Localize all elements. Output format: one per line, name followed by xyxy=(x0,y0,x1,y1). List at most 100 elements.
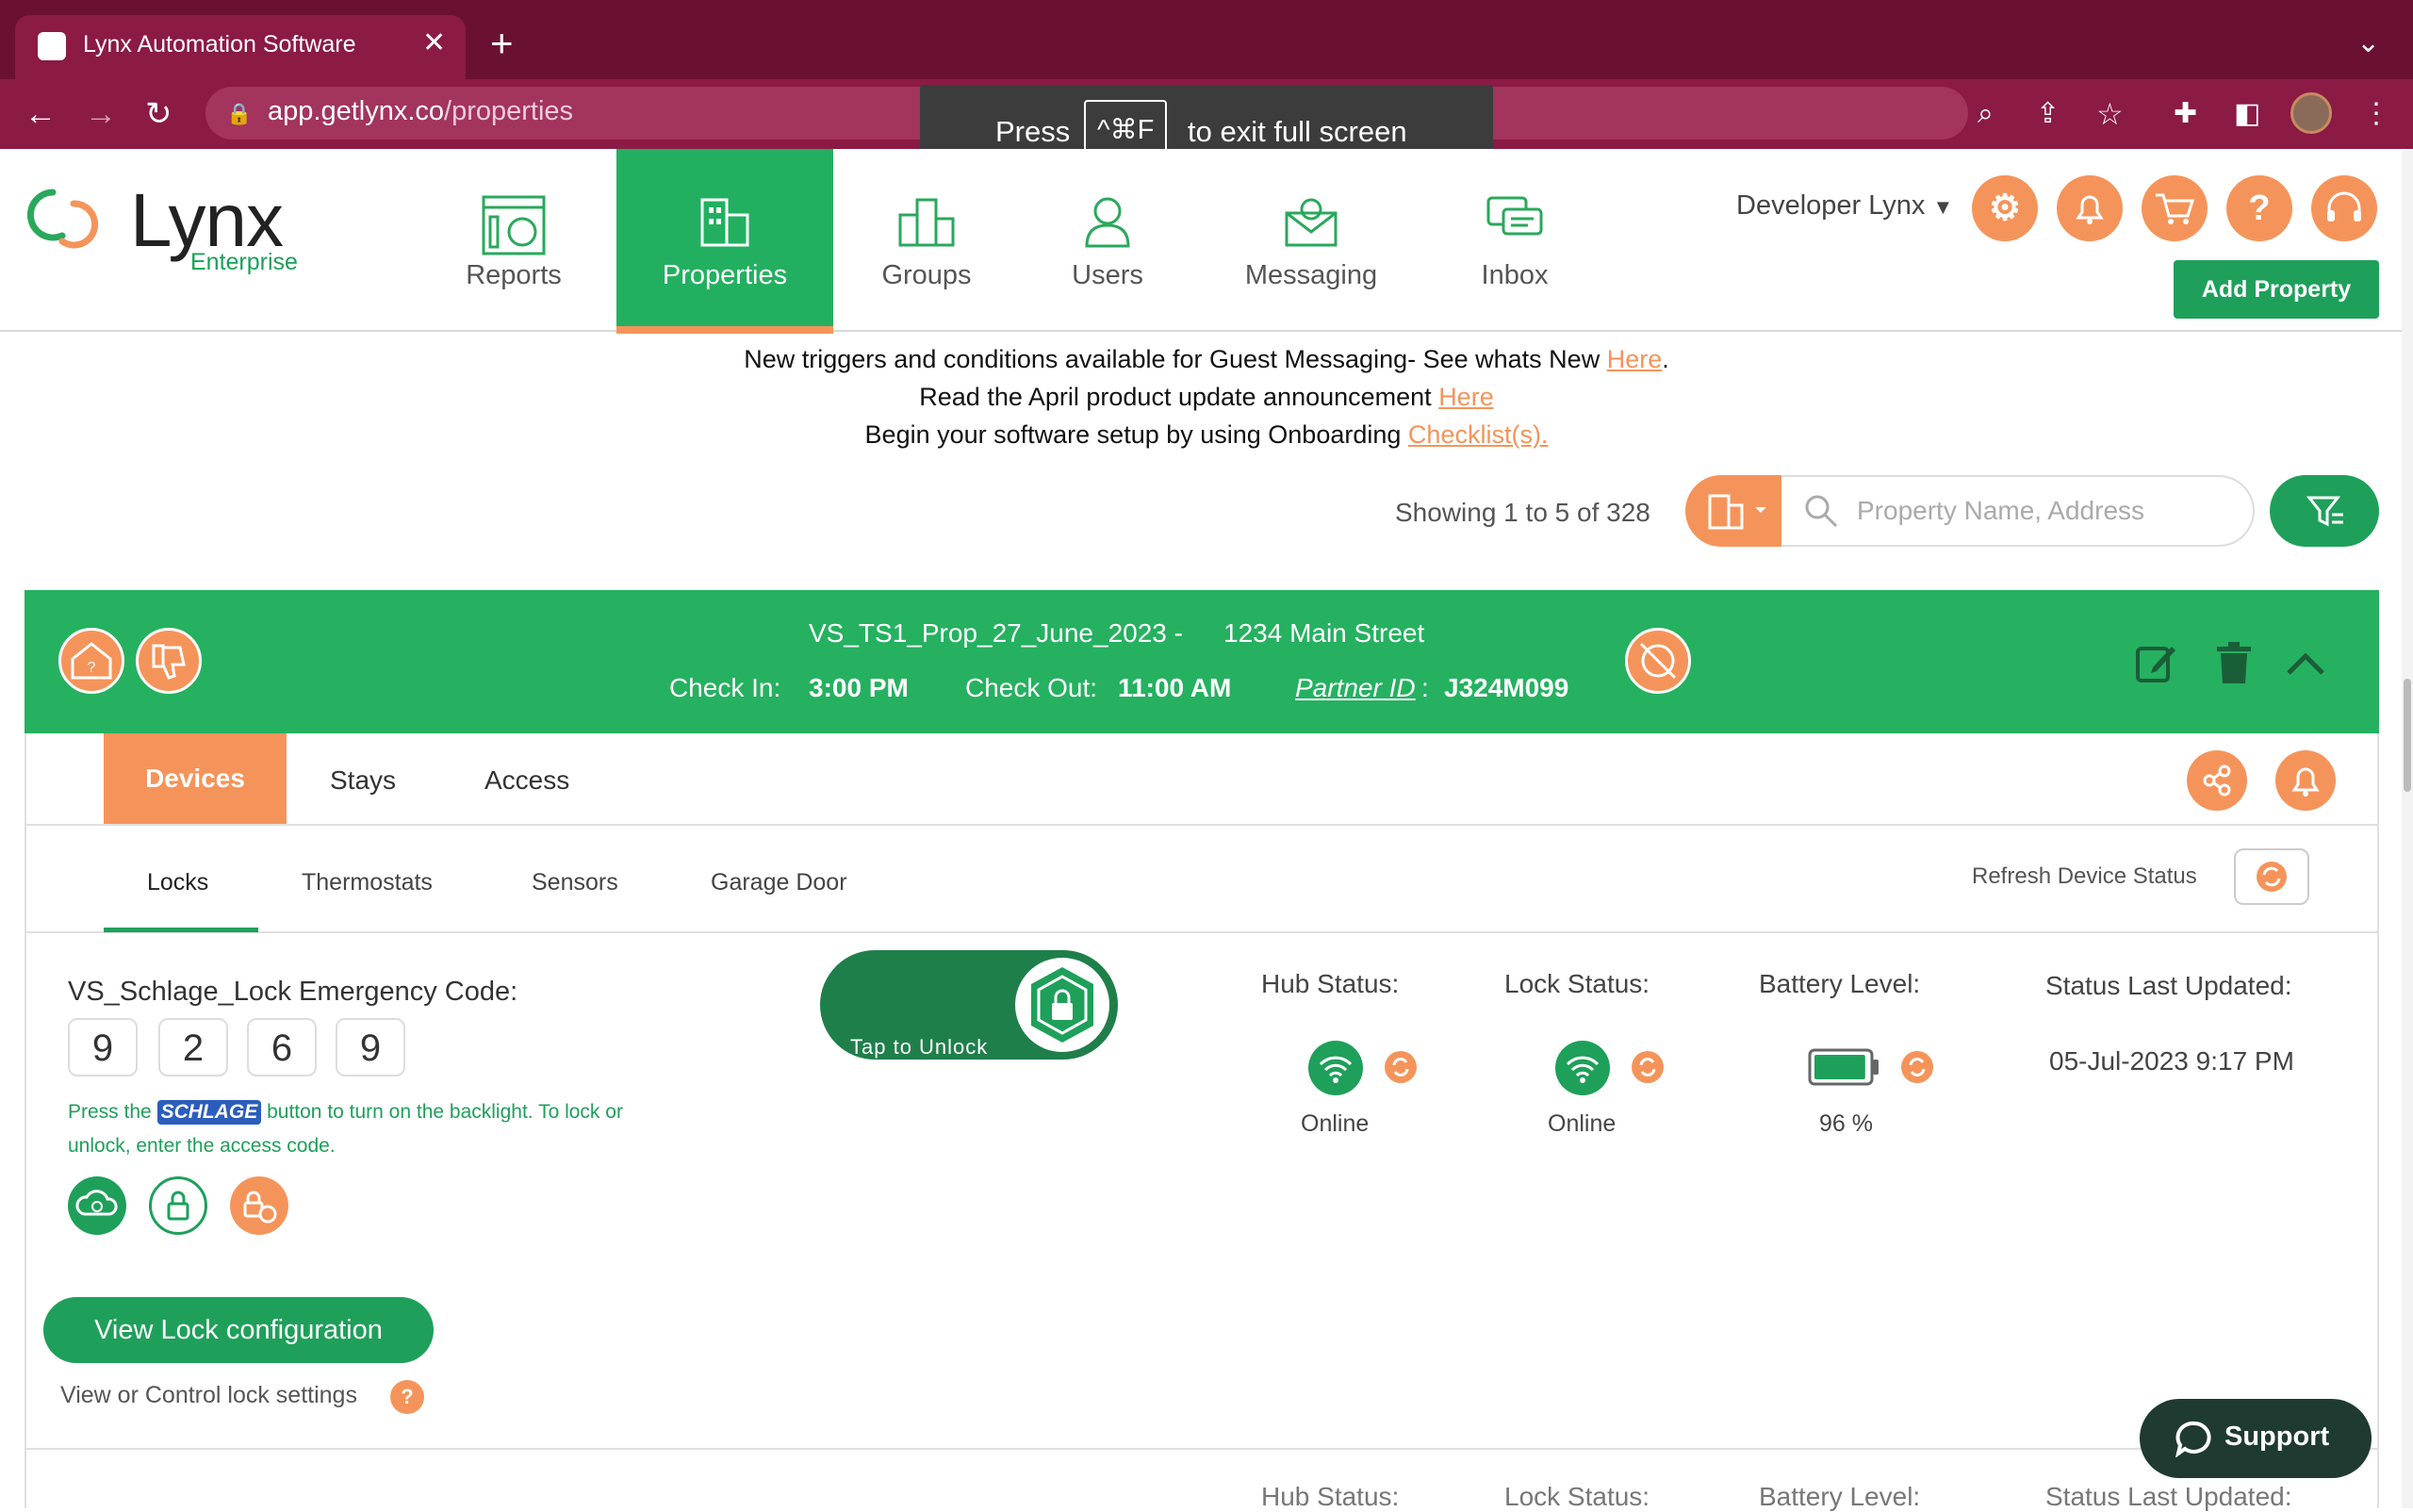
property-name[interactable]: VS_TS1_Prop_27_June_2023 - xyxy=(809,618,1183,649)
schlage-logo: SCHLAGE xyxy=(156,1100,262,1125)
device-alerts-bell-icon[interactable] xyxy=(2275,750,2336,811)
code-digit: 2 xyxy=(158,1018,228,1076)
backlight-instructions: Press the SCHLAGE button to turn on the … xyxy=(68,1100,623,1157)
code-digit: 9 xyxy=(336,1018,405,1076)
fullscreen-toast-suffix: to exit full screen xyxy=(1188,115,1407,148)
check-out-label: Check Out: xyxy=(965,673,1098,702)
tab-stays[interactable]: Stays xyxy=(330,765,396,796)
hub-status-label: Hub Status: xyxy=(1261,969,1400,998)
nav-label: Users xyxy=(1072,260,1143,290)
extensions-icon[interactable]: ✚ xyxy=(2174,98,2197,130)
lock-settings-help-icon[interactable]: ? xyxy=(390,1380,424,1414)
april-update-link[interactable]: Here xyxy=(1438,383,1494,411)
help-icon[interactable]: ? xyxy=(2226,175,2292,241)
groups-icon xyxy=(896,194,957,254)
code-digit: 6 xyxy=(247,1018,317,1076)
property-card-header xyxy=(25,590,2379,733)
hub-refresh-icon[interactable] xyxy=(1384,1050,1418,1089)
check-out-time: 11:00 AM xyxy=(1118,673,1232,702)
inbox-icon xyxy=(1485,194,1545,246)
add-property-button[interactable]: Add Property xyxy=(2174,260,2379,319)
battery-level-value: 96 % xyxy=(1819,1110,1873,1137)
lock-status-label: Lock Status: xyxy=(1504,969,1650,998)
settings-gear-icon[interactable]: ⚙ xyxy=(1972,175,2038,241)
forward-icon[interactable]: → xyxy=(85,98,117,130)
new-tab-icon[interactable]: + xyxy=(490,21,514,66)
tab-devices[interactable]: Devices xyxy=(104,733,287,824)
page-scrollbar[interactable] xyxy=(2402,151,2413,1508)
announcement-line: New triggers and conditions available fo… xyxy=(744,345,1669,373)
nav-inbox[interactable]: Inbox xyxy=(1406,149,1623,330)
battery-refresh-icon[interactable] xyxy=(1900,1050,1934,1089)
partner-id-label[interactable]: Partner ID xyxy=(1295,673,1416,703)
property-info-house-icon[interactable]: ? xyxy=(58,628,124,694)
tab-title: Lynx Automation Software xyxy=(83,31,356,58)
sync-disabled-icon[interactable] xyxy=(1625,628,1691,694)
hub-wifi-icon xyxy=(1308,1041,1363,1100)
tab-close-icon[interactable]: ✕ xyxy=(422,26,446,59)
edit-property-icon[interactable] xyxy=(2134,641,2177,689)
collapse-chevron-up-icon[interactable] xyxy=(2285,649,2326,682)
account-name: Developer Lynx xyxy=(1736,190,1926,221)
logo-subtitle: Enterprise xyxy=(190,249,298,275)
cart-icon[interactable] xyxy=(2142,175,2208,241)
subtab-thermostats[interactable]: Thermostats xyxy=(302,869,433,896)
code-digit: 9 xyxy=(68,1018,138,1076)
partner-id-value: J324M099 xyxy=(1444,673,1569,702)
onboarding-checklist-link[interactable]: Checklist(s). xyxy=(1408,420,1549,449)
delete-property-icon[interactable] xyxy=(2215,641,2253,689)
lock-icon[interactable] xyxy=(149,1176,207,1235)
lock-wifi-icon xyxy=(1555,1041,1610,1100)
filter-button[interactable] xyxy=(2270,475,2379,547)
nav-messaging[interactable]: Messaging xyxy=(1203,149,1420,330)
tab-list-chevron-icon[interactable]: ⌄ xyxy=(2356,26,2380,59)
secure-lock-icon[interactable]: 🔒 xyxy=(226,102,252,126)
scrollbar-thumb[interactable] xyxy=(2404,679,2411,792)
browser-menu-icon[interactable]: ⋮ xyxy=(2362,98,2390,130)
messaging-icon xyxy=(1283,194,1339,254)
nav-label: Reports xyxy=(466,260,562,290)
lock-status-refresh-icon[interactable] xyxy=(1631,1050,1665,1089)
zoom-icon[interactable]: ⌕ xyxy=(1978,98,1994,130)
tap-to-unlock-label: Tap to Unlock xyxy=(850,1035,989,1059)
share-icon[interactable]: ⇪ xyxy=(2036,98,2060,130)
back-icon[interactable]: ← xyxy=(25,98,57,130)
nav-users[interactable]: Users xyxy=(999,149,1216,330)
refresh-device-status-button[interactable] xyxy=(2234,848,2309,905)
side-panel-icon[interactable]: ◧ xyxy=(2234,98,2260,130)
whats-new-link[interactable]: Here xyxy=(1607,345,1663,373)
share-icon[interactable] xyxy=(2187,750,2247,811)
profile-avatar[interactable] xyxy=(2290,92,2332,134)
building-filter-dropdown[interactable] xyxy=(1685,475,1781,547)
nav-reports[interactable]: Reports xyxy=(405,149,622,330)
lock-history-icon[interactable] xyxy=(230,1176,288,1235)
next-lock-status-label: Lock Status: xyxy=(1504,1482,1650,1511)
active-nav-indicator xyxy=(616,326,833,334)
svg-text:?: ? xyxy=(88,660,96,676)
notifications-bell-icon[interactable] xyxy=(2057,175,2123,241)
url-text[interactable]: app.getlynx.co/properties xyxy=(268,96,573,127)
lynx-logo-icon[interactable] xyxy=(25,183,115,263)
subtab-locks[interactable]: Locks xyxy=(147,869,208,896)
search-icon xyxy=(1802,492,1840,534)
thumbs-down-icon[interactable] xyxy=(136,628,202,694)
announcement-line: Begin your software setup by using Onboa… xyxy=(864,420,1549,449)
cloud-sync-icon[interactable] xyxy=(68,1176,126,1235)
properties-icon xyxy=(698,194,751,254)
nav-properties[interactable]: Properties xyxy=(616,149,833,334)
partner-id-separator: : xyxy=(1421,673,1429,702)
reload-icon[interactable]: ↻ xyxy=(145,98,172,130)
support-label: Support xyxy=(2224,1422,2330,1452)
status-last-updated-value: 05-Jul-2023 9:17 PM xyxy=(2049,1046,2294,1076)
subtab-sensors[interactable]: Sensors xyxy=(532,869,618,896)
support-headset-icon[interactable] xyxy=(2311,175,2377,241)
view-lock-configuration-button[interactable]: View Lock configuration xyxy=(43,1297,434,1363)
nav-label: Messaging xyxy=(1244,260,1378,290)
subtab-garage-door[interactable]: Garage Door xyxy=(711,869,847,896)
bookmark-star-icon[interactable]: ☆ xyxy=(2096,98,2124,130)
next-status-last-updated-label: Status Last Updated: xyxy=(2045,1482,2292,1511)
nav-label: Properties xyxy=(662,260,788,290)
tab-access[interactable]: Access xyxy=(484,765,569,796)
reports-icon xyxy=(481,194,547,261)
account-dropdown[interactable]: Developer Lynx ▼ xyxy=(1736,190,1953,222)
